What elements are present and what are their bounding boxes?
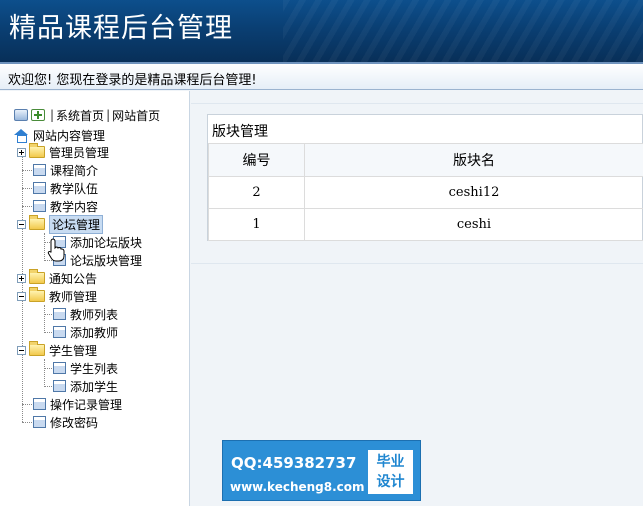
hand-cursor-icon [47, 238, 65, 262]
tree-line [22, 422, 32, 423]
tree-line [44, 368, 52, 369]
tree-item-label: 修改密码 [50, 415, 99, 430]
tree-item-label: 通知公告 [49, 271, 98, 286]
tree-line [44, 314, 52, 315]
tree-item-add-forum-section[interactable]: 添加论坛版块 [53, 234, 142, 250]
panel-title: 版块管理 [212, 124, 268, 140]
tree-item-notices[interactable]: 通知公告 [17, 269, 98, 286]
column-header-id: 编号 [208, 143, 305, 177]
tree-line [22, 188, 32, 189]
cell-id: 2 [208, 176, 305, 209]
collapse-icon[interactable] [17, 291, 26, 301]
tree-line [44, 386, 52, 387]
section-table: 编号 版块名 2 ceshi12 1 ceshi [208, 143, 643, 241]
cell-id: 1 [208, 208, 305, 241]
app-title: 精品课程后台管理 [9, 13, 233, 44]
tree-item-label: 教师列表 [70, 307, 119, 322]
tree-item-forum-manage[interactable]: 论坛管理 [17, 214, 104, 234]
tree-line [22, 404, 32, 405]
background-stripe [191, 103, 643, 104]
cell-name: ceshi [304, 208, 643, 241]
tree-item-label: 添加论坛版块 [70, 235, 143, 250]
link-separator: | [50, 108, 55, 122]
page-icon [33, 398, 46, 410]
page-icon [53, 326, 66, 338]
welcome-text: 欢迎您! 您现在登录的是精品课程后台管理! [8, 73, 257, 88]
app-header: 精品课程后台管理 [0, 0, 643, 62]
table-row[interactable]: 2 ceshi12 [208, 176, 643, 209]
background-stripe [191, 263, 643, 264]
page-icon [33, 416, 46, 428]
tree-line [44, 332, 52, 333]
tree-item-label: 管理员管理 [49, 145, 110, 160]
folder-open-icon [29, 287, 45, 302]
site-home-link[interactable]: 网站首页 [112, 107, 160, 124]
watermark-banner: QQ:459382737 www.kecheng8.com 毕业 设计 [222, 440, 421, 501]
collapse-icon[interactable] [17, 219, 26, 229]
tree-item-label: 论坛版块管理 [70, 253, 143, 268]
tree-item-student-list[interactable]: 学生列表 [53, 360, 118, 376]
system-home-link[interactable]: 系统首页 [56, 107, 104, 124]
tree-item-label: 学生管理 [49, 343, 98, 358]
tree-item-label: 学生列表 [70, 361, 119, 376]
tree-item-forum-section-manage[interactable]: 论坛版块管理 [53, 252, 142, 268]
tree-root[interactable]: 网站内容管理 [14, 127, 105, 143]
page-icon [33, 182, 46, 194]
tree-item-teacher-manage[interactable]: 教师管理 [17, 287, 98, 304]
tree-line [44, 305, 45, 331]
home-icon [14, 128, 29, 143]
collapse-icon[interactable] [17, 345, 26, 355]
tree-item-label: 操作记录管理 [50, 397, 123, 412]
link-separator: | [106, 108, 111, 122]
watermark-qq: QQ:459382737 [231, 454, 357, 472]
screen-icon [14, 109, 28, 121]
tree-line [22, 206, 32, 207]
sidebar: | 系统首页 | 网站首页 网站内容管理 管理员管理 课程简介 教学队伍 教学内… [0, 91, 190, 506]
tree-item-teaching-team[interactable]: 教学队伍 [33, 180, 98, 196]
page-icon [53, 308, 66, 320]
folder-open-icon [29, 341, 45, 356]
tree-item-label: 教学内容 [50, 199, 99, 214]
folder-icon [29, 269, 45, 284]
page-icon [53, 362, 66, 374]
column-header-name: 版块名 [304, 143, 643, 177]
tree-item-admin-manage[interactable]: 管理员管理 [17, 143, 110, 160]
tree-item-label: 论坛管理 [49, 214, 104, 234]
tree-item-course-intro[interactable]: 课程简介 [33, 162, 98, 178]
tree-item-operation-log[interactable]: 操作记录管理 [33, 396, 122, 412]
tree-item-label: 教学队伍 [50, 181, 99, 196]
tree-item-add-student[interactable]: 添加学生 [53, 378, 118, 394]
page-icon [33, 200, 46, 212]
page-icon [53, 380, 66, 392]
tree-line [22, 170, 32, 171]
welcome-bar: 欢迎您! 您现在登录的是精品课程后台管理! [0, 62, 643, 90]
page-icon [33, 164, 46, 176]
expand-icon[interactable] [17, 147, 26, 157]
table-row[interactable]: 1 ceshi [208, 208, 643, 241]
watermark-url: www.kecheng8.com [230, 480, 365, 494]
table-header-row: 编号 版块名 [208, 143, 643, 177]
add-icon [31, 109, 45, 121]
tree-line [44, 359, 45, 385]
tree-item-teacher-list[interactable]: 教师列表 [53, 306, 118, 322]
cell-name: ceshi12 [304, 176, 643, 209]
tree-item-label: 添加学生 [70, 379, 119, 394]
tree-item-change-password[interactable]: 修改密码 [33, 414, 98, 430]
tree-line [44, 233, 45, 259]
tree-item-student-manage[interactable]: 学生管理 [17, 341, 98, 358]
tree-item-label: 课程简介 [50, 163, 99, 178]
folder-open-icon [29, 215, 45, 230]
tree-item-teaching-content[interactable]: 教学内容 [33, 198, 98, 214]
folder-icon [29, 143, 45, 158]
tree-item-label: 添加教师 [70, 325, 119, 340]
watermark-badge: 毕业 设计 [368, 450, 413, 494]
tree-item-add-teacher[interactable]: 添加教师 [53, 324, 118, 340]
expand-icon[interactable] [17, 273, 26, 283]
badge-line: 设计 [376, 474, 405, 490]
tree-item-label: 教师管理 [49, 289, 98, 304]
section-manage-panel: 版块管理 编号 版块名 2 ceshi12 1 ceshi [207, 114, 643, 241]
sidebar-top-links: | 系统首页 | 网站首页 [14, 107, 160, 123]
tree-root-label: 网站内容管理 [33, 128, 106, 143]
badge-line: 毕业 [376, 454, 405, 470]
